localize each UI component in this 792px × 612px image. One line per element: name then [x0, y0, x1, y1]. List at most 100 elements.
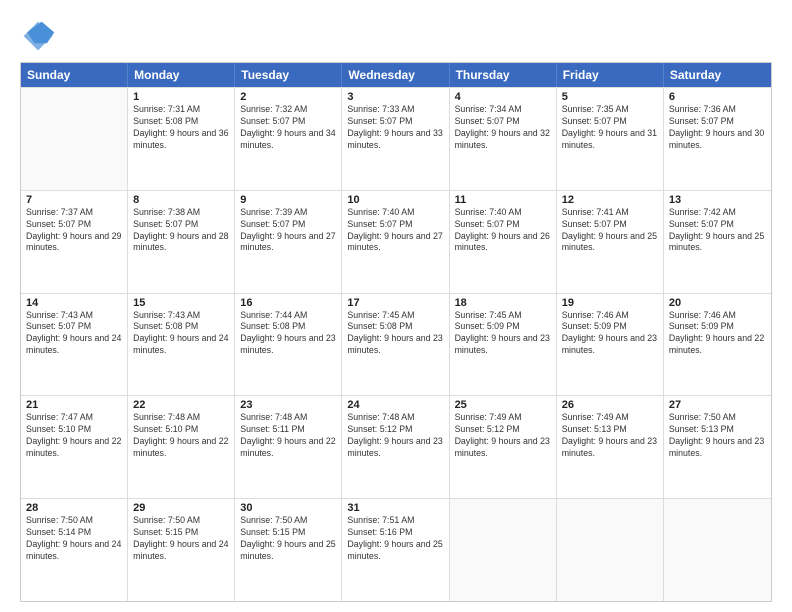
day-info: Sunrise: 7:32 AMSunset: 5:07 PMDaylight:…: [240, 104, 336, 152]
day-info: Sunrise: 7:33 AMSunset: 5:07 PMDaylight:…: [347, 104, 443, 152]
calendar-body: 1Sunrise: 7:31 AMSunset: 5:08 PMDaylight…: [21, 87, 771, 601]
day-cell-30: 30Sunrise: 7:50 AMSunset: 5:15 PMDayligh…: [235, 499, 342, 601]
day-cell-29: 29Sunrise: 7:50 AMSunset: 5:15 PMDayligh…: [128, 499, 235, 601]
empty-cell: [664, 499, 771, 601]
day-number: 7: [26, 194, 122, 206]
day-number: 18: [455, 297, 551, 309]
logo-icon: [20, 18, 56, 54]
day-number: 19: [562, 297, 658, 309]
header-day-monday: Monday: [128, 63, 235, 87]
day-number: 16: [240, 297, 336, 309]
day-cell-26: 26Sunrise: 7:49 AMSunset: 5:13 PMDayligh…: [557, 396, 664, 498]
header-day-saturday: Saturday: [664, 63, 771, 87]
day-cell-2: 2Sunrise: 7:32 AMSunset: 5:07 PMDaylight…: [235, 88, 342, 190]
header: [20, 18, 772, 54]
day-cell-12: 12Sunrise: 7:41 AMSunset: 5:07 PMDayligh…: [557, 191, 664, 293]
day-number: 11: [455, 194, 551, 206]
day-info: Sunrise: 7:40 AMSunset: 5:07 PMDaylight:…: [455, 207, 551, 255]
header-day-friday: Friday: [557, 63, 664, 87]
day-info: Sunrise: 7:40 AMSunset: 5:07 PMDaylight:…: [347, 207, 443, 255]
day-cell-24: 24Sunrise: 7:48 AMSunset: 5:12 PMDayligh…: [342, 396, 449, 498]
day-cell-10: 10Sunrise: 7:40 AMSunset: 5:07 PMDayligh…: [342, 191, 449, 293]
empty-cell: [450, 499, 557, 601]
logo: [20, 18, 60, 54]
day-info: Sunrise: 7:48 AMSunset: 5:10 PMDaylight:…: [133, 412, 229, 460]
day-cell-25: 25Sunrise: 7:49 AMSunset: 5:12 PMDayligh…: [450, 396, 557, 498]
day-number: 24: [347, 399, 443, 411]
day-cell-13: 13Sunrise: 7:42 AMSunset: 5:07 PMDayligh…: [664, 191, 771, 293]
day-cell-18: 18Sunrise: 7:45 AMSunset: 5:09 PMDayligh…: [450, 294, 557, 396]
day-number: 3: [347, 91, 443, 103]
header-day-wednesday: Wednesday: [342, 63, 449, 87]
day-cell-1: 1Sunrise: 7:31 AMSunset: 5:08 PMDaylight…: [128, 88, 235, 190]
day-cell-27: 27Sunrise: 7:50 AMSunset: 5:13 PMDayligh…: [664, 396, 771, 498]
day-cell-11: 11Sunrise: 7:40 AMSunset: 5:07 PMDayligh…: [450, 191, 557, 293]
day-cell-15: 15Sunrise: 7:43 AMSunset: 5:08 PMDayligh…: [128, 294, 235, 396]
day-info: Sunrise: 7:51 AMSunset: 5:16 PMDaylight:…: [347, 515, 443, 563]
day-cell-3: 3Sunrise: 7:33 AMSunset: 5:07 PMDaylight…: [342, 88, 449, 190]
day-number: 6: [669, 91, 766, 103]
day-info: Sunrise: 7:50 AMSunset: 5:14 PMDaylight:…: [26, 515, 122, 563]
header-day-sunday: Sunday: [21, 63, 128, 87]
calendar-row-1: 7Sunrise: 7:37 AMSunset: 5:07 PMDaylight…: [21, 190, 771, 293]
day-number: 26: [562, 399, 658, 411]
day-number: 1: [133, 91, 229, 103]
day-cell-31: 31Sunrise: 7:51 AMSunset: 5:16 PMDayligh…: [342, 499, 449, 601]
day-number: 25: [455, 399, 551, 411]
calendar-row-3: 21Sunrise: 7:47 AMSunset: 5:10 PMDayligh…: [21, 395, 771, 498]
day-number: 2: [240, 91, 336, 103]
day-number: 17: [347, 297, 443, 309]
day-number: 23: [240, 399, 336, 411]
calendar: SundayMondayTuesdayWednesdayThursdayFrid…: [20, 62, 772, 602]
empty-cell: [557, 499, 664, 601]
day-cell-8: 8Sunrise: 7:38 AMSunset: 5:07 PMDaylight…: [128, 191, 235, 293]
day-cell-28: 28Sunrise: 7:50 AMSunset: 5:14 PMDayligh…: [21, 499, 128, 601]
calendar-row-4: 28Sunrise: 7:50 AMSunset: 5:14 PMDayligh…: [21, 498, 771, 601]
day-info: Sunrise: 7:47 AMSunset: 5:10 PMDaylight:…: [26, 412, 122, 460]
day-number: 20: [669, 297, 766, 309]
day-number: 29: [133, 502, 229, 514]
day-number: 4: [455, 91, 551, 103]
day-cell-5: 5Sunrise: 7:35 AMSunset: 5:07 PMDaylight…: [557, 88, 664, 190]
day-info: Sunrise: 7:42 AMSunset: 5:07 PMDaylight:…: [669, 207, 766, 255]
day-cell-21: 21Sunrise: 7:47 AMSunset: 5:10 PMDayligh…: [21, 396, 128, 498]
day-info: Sunrise: 7:35 AMSunset: 5:07 PMDaylight:…: [562, 104, 658, 152]
day-info: Sunrise: 7:44 AMSunset: 5:08 PMDaylight:…: [240, 310, 336, 358]
day-info: Sunrise: 7:46 AMSunset: 5:09 PMDaylight:…: [669, 310, 766, 358]
day-cell-14: 14Sunrise: 7:43 AMSunset: 5:07 PMDayligh…: [21, 294, 128, 396]
day-info: Sunrise: 7:45 AMSunset: 5:08 PMDaylight:…: [347, 310, 443, 358]
day-cell-16: 16Sunrise: 7:44 AMSunset: 5:08 PMDayligh…: [235, 294, 342, 396]
empty-cell: [21, 88, 128, 190]
day-number: 8: [133, 194, 229, 206]
day-info: Sunrise: 7:48 AMSunset: 5:11 PMDaylight:…: [240, 412, 336, 460]
day-info: Sunrise: 7:31 AMSunset: 5:08 PMDaylight:…: [133, 104, 229, 152]
day-cell-4: 4Sunrise: 7:34 AMSunset: 5:07 PMDaylight…: [450, 88, 557, 190]
calendar-header: SundayMondayTuesdayWednesdayThursdayFrid…: [21, 63, 771, 87]
day-number: 13: [669, 194, 766, 206]
day-info: Sunrise: 7:41 AMSunset: 5:07 PMDaylight:…: [562, 207, 658, 255]
day-cell-7: 7Sunrise: 7:37 AMSunset: 5:07 PMDaylight…: [21, 191, 128, 293]
day-info: Sunrise: 7:43 AMSunset: 5:07 PMDaylight:…: [26, 310, 122, 358]
day-number: 22: [133, 399, 229, 411]
day-number: 28: [26, 502, 122, 514]
day-cell-22: 22Sunrise: 7:48 AMSunset: 5:10 PMDayligh…: [128, 396, 235, 498]
day-info: Sunrise: 7:37 AMSunset: 5:07 PMDaylight:…: [26, 207, 122, 255]
calendar-row-2: 14Sunrise: 7:43 AMSunset: 5:07 PMDayligh…: [21, 293, 771, 396]
day-info: Sunrise: 7:38 AMSunset: 5:07 PMDaylight:…: [133, 207, 229, 255]
day-number: 15: [133, 297, 229, 309]
day-cell-9: 9Sunrise: 7:39 AMSunset: 5:07 PMDaylight…: [235, 191, 342, 293]
day-number: 27: [669, 399, 766, 411]
day-info: Sunrise: 7:49 AMSunset: 5:13 PMDaylight:…: [562, 412, 658, 460]
day-info: Sunrise: 7:36 AMSunset: 5:07 PMDaylight:…: [669, 104, 766, 152]
day-info: Sunrise: 7:50 AMSunset: 5:13 PMDaylight:…: [669, 412, 766, 460]
day-number: 31: [347, 502, 443, 514]
day-cell-6: 6Sunrise: 7:36 AMSunset: 5:07 PMDaylight…: [664, 88, 771, 190]
header-day-thursday: Thursday: [450, 63, 557, 87]
calendar-row-0: 1Sunrise: 7:31 AMSunset: 5:08 PMDaylight…: [21, 87, 771, 190]
day-info: Sunrise: 7:34 AMSunset: 5:07 PMDaylight:…: [455, 104, 551, 152]
day-cell-20: 20Sunrise: 7:46 AMSunset: 5:09 PMDayligh…: [664, 294, 771, 396]
day-info: Sunrise: 7:45 AMSunset: 5:09 PMDaylight:…: [455, 310, 551, 358]
day-info: Sunrise: 7:48 AMSunset: 5:12 PMDaylight:…: [347, 412, 443, 460]
day-info: Sunrise: 7:39 AMSunset: 5:07 PMDaylight:…: [240, 207, 336, 255]
day-number: 30: [240, 502, 336, 514]
